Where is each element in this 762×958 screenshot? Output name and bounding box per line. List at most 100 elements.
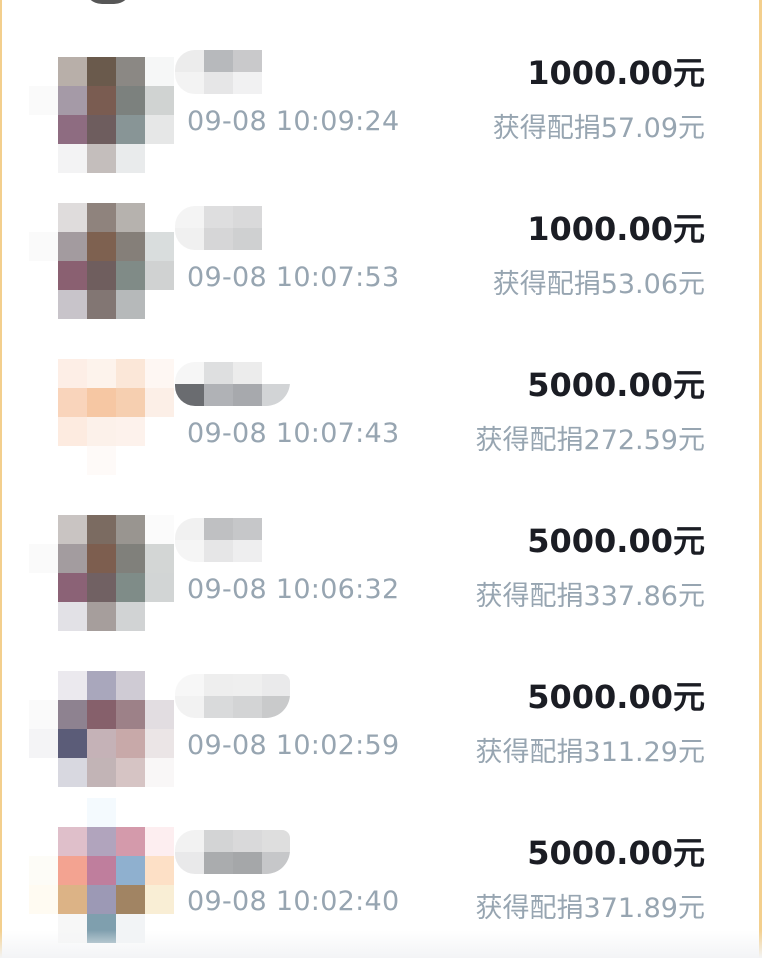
bottom-scroll-fade [0,930,762,958]
name-mosaic-pixel [233,228,262,250]
avatar-mosaic-pixel [116,144,145,173]
donor-avatar[interactable] [29,28,174,173]
donation-row[interactable]: 1000.00元 09-08 10:07:53 获得配捐53.06元 [0,174,762,338]
avatar-mosaic-pixel [87,856,116,885]
donation-amount: 5000.00元 [527,522,705,560]
avatar-mosaic-pixel [145,602,174,631]
name-mosaic-pixel [262,518,290,540]
name-mosaic-pixel [204,72,233,94]
avatar-mosaic-pixel [29,642,58,671]
avatar-mosaic-pixel [87,700,116,729]
avatar-mosaic-pixel [58,798,87,827]
avatar-mosaic-pixel [145,729,174,758]
avatar-mosaic-pixel [29,798,58,827]
donor-avatar[interactable] [29,798,174,943]
donation-time: 09-08 10:02:59 [187,730,400,761]
avatar-mosaic-pixel [29,602,58,631]
donation-time: 09-08 10:09:24 [187,106,400,137]
name-mosaic-pixel [262,362,290,384]
avatar-mosaic-pixel [29,28,58,57]
avatar-mosaic-pixel [29,330,58,359]
avatar-mosaic-pixel [29,57,58,86]
avatar-mosaic-pixel [116,729,145,758]
avatar-mosaic-pixel [145,798,174,827]
name-mosaic-pixel [233,830,262,852]
donation-amount: 5000.00元 [527,834,705,872]
avatar-mosaic-pixel [116,544,145,573]
avatar-mosaic-pixel [145,486,174,515]
avatar-mosaic-pixel [145,446,174,475]
avatar-mosaic-pixel [58,57,87,86]
avatar-mosaic-pixel [87,729,116,758]
name-mosaic-pixel [233,540,262,562]
matched-donation: 获得配捐337.86元 [475,581,705,612]
avatar-mosaic-pixel [145,573,174,602]
avatar-mosaic-pixel [116,174,145,203]
name-mosaic-pixel [233,696,262,718]
donor-avatar[interactable] [29,486,174,631]
matched-donation: 获得配捐272.59元 [475,425,705,456]
avatar-mosaic-pixel [87,28,116,57]
name-mosaic-pixel [204,696,233,718]
avatar-mosaic-pixel [87,446,116,475]
donor-name-blurred [175,362,290,406]
donation-row[interactable]: 5000.00元 09-08 10:06:32 获得配捐337.86元 [0,486,762,650]
name-mosaic-pixel [204,674,233,696]
donation-row[interactable]: 5000.00元 09-08 10:07:43 获得配捐272.59元 [0,330,762,494]
name-mosaic-pixel [175,228,204,250]
avatar-mosaic-pixel [58,544,87,573]
avatar-mosaic-pixel [116,671,145,700]
name-mosaic-pixel [233,206,262,228]
avatar-mosaic-pixel [145,700,174,729]
name-mosaic-pixel [204,206,233,228]
name-mosaic-pixel [262,228,290,250]
avatar-mosaic-pixel [58,602,87,631]
avatar-mosaic-pixel [116,232,145,261]
donation-amount: 5000.00元 [527,366,705,404]
donor-avatar[interactable] [29,174,174,319]
avatar-mosaic-pixel [116,758,145,787]
avatar-mosaic-pixel [87,359,116,388]
avatar-mosaic-pixel [58,486,87,515]
avatar-mosaic-pixel [58,671,87,700]
donor-avatar[interactable] [29,642,174,787]
avatar-mosaic-pixel [116,885,145,914]
name-mosaic-pixel [262,50,290,72]
avatar-mosaic-pixel [145,856,174,885]
avatar-mosaic-pixel [87,544,116,573]
avatar-mosaic-pixel [145,28,174,57]
avatar-mosaic-pixel [58,827,87,856]
matched-donation: 获得配捐311.29元 [475,737,705,768]
avatar-mosaic-pixel [145,515,174,544]
avatar-mosaic-pixel [116,486,145,515]
avatar-mosaic-pixel [29,359,58,388]
donation-amount: 5000.00元 [527,678,705,716]
avatar-mosaic-pixel [145,885,174,914]
avatar-mosaic-pixel [87,642,116,671]
name-mosaic-pixel [204,228,233,250]
donor-name-blurred [175,674,290,718]
avatar-mosaic-pixel [87,290,116,319]
avatar-mosaic-pixel [29,885,58,914]
name-mosaic-pixel [262,206,290,228]
name-mosaic-pixel [175,696,204,718]
avatar-mosaic-pixel [145,290,174,319]
donation-row[interactable]: 5000.00元 09-08 10:02:59 获得配捐311.29元 [0,642,762,806]
avatar-mosaic-pixel [58,700,87,729]
avatar-mosaic-pixel [58,446,87,475]
avatar-mosaic-pixel [145,359,174,388]
name-mosaic-pixel [204,384,233,406]
name-mosaic-pixel [233,518,262,540]
avatar-mosaic-pixel [58,261,87,290]
donor-avatar[interactable] [29,330,174,475]
name-mosaic-pixel [175,674,204,696]
avatar-mosaic-pixel [116,602,145,631]
donor-name-blurred [175,50,290,94]
donation-row[interactable]: 1000.00元 09-08 10:09:24 获得配捐57.09元 [0,28,762,182]
avatar-mosaic-pixel [116,827,145,856]
name-mosaic-pixel [204,50,233,72]
avatar-mosaic-pixel [116,573,145,602]
avatar-mosaic-pixel [58,144,87,173]
donation-amount: 1000.00元 [527,210,705,248]
avatar-mosaic-pixel [58,856,87,885]
